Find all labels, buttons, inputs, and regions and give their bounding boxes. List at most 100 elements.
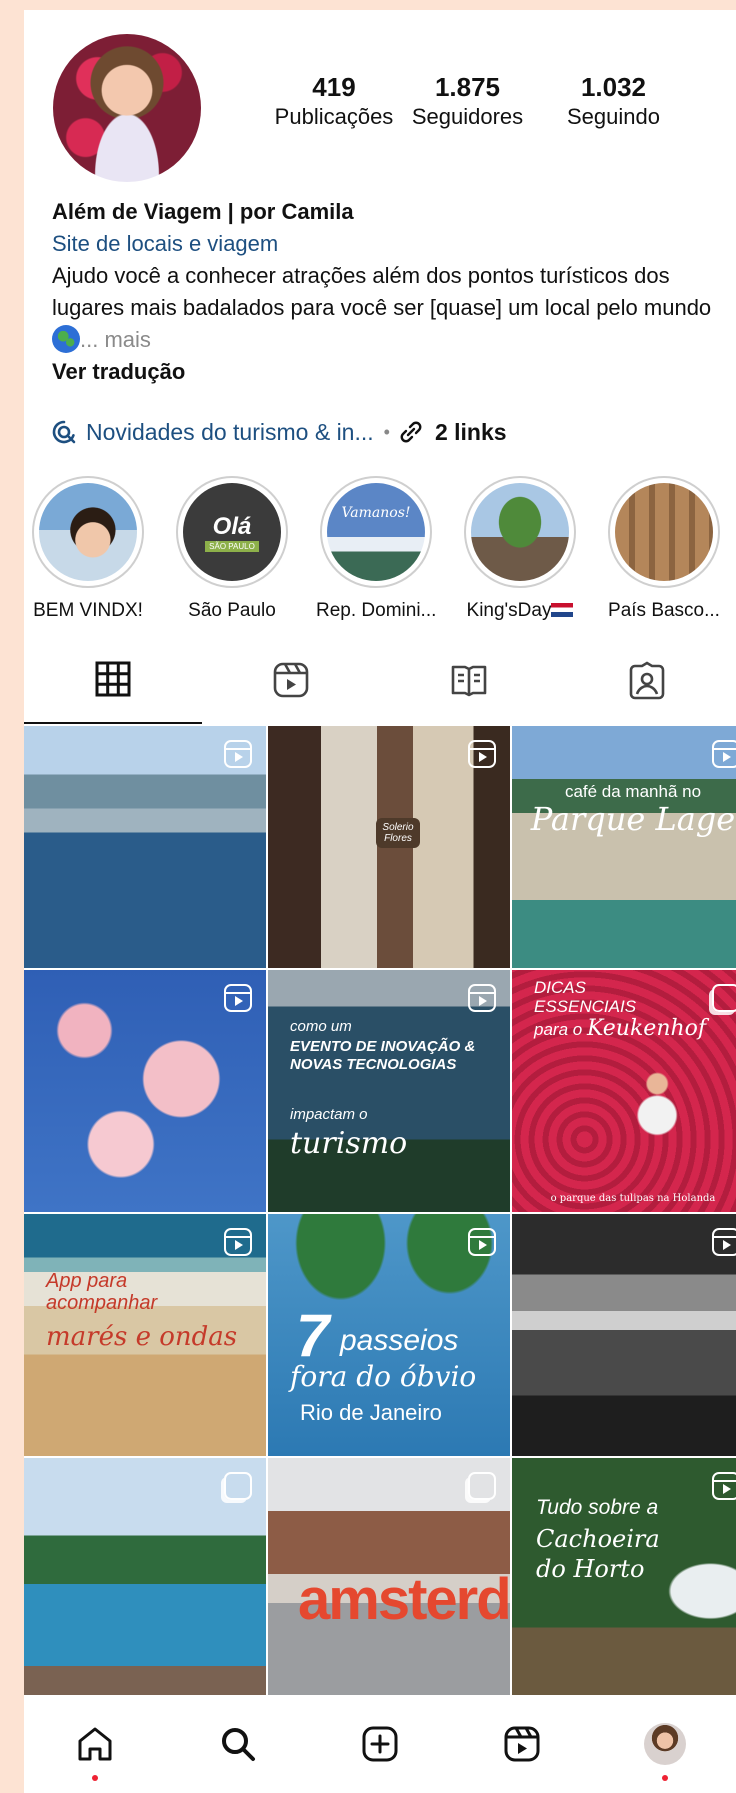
bottom-nav <box>24 1695 736 1793</box>
tab-reels[interactable] <box>202 636 380 724</box>
post-tile[interactable]: café da manhã no Parque Lage <box>512 726 736 968</box>
carousel-icon <box>712 984 736 1012</box>
post-tile[interactable] <box>24 970 266 1212</box>
post-caption-small: impactam o <box>290 1106 368 1123</box>
separator-dot: • <box>383 421 390 442</box>
see-translation-link[interactable]: Ver tradução <box>52 356 736 388</box>
tab-tagged[interactable] <box>558 636 736 724</box>
profile-category[interactable]: Site de locais e viagem <box>52 228 736 260</box>
post-tile[interactable]: como um EVENTO DE INOVAÇÃO & NOVAS TECNO… <box>268 970 510 1212</box>
highlight-bem-vindx[interactable]: BEM VINDX! <box>28 476 148 622</box>
post-caption-small: como um <box>290 1018 352 1035</box>
create-icon <box>362 1726 398 1762</box>
nav-reels[interactable] <box>451 1695 593 1793</box>
post-tile[interactable]: Tudo sobre a Cachoeira do Horto <box>512 1458 736 1700</box>
carousel-icon <box>468 1472 496 1500</box>
shop-sign: Solerio Flores <box>376 818 420 848</box>
highlight-pais-basco[interactable]: País Basco... <box>604 476 724 622</box>
reel-icon <box>712 740 736 768</box>
highlight-cover: Vamanos! <box>327 483 425 581</box>
highlight-label: Rep. Domini... <box>316 600 437 621</box>
post-tile[interactable]: amsterd <box>268 1458 510 1700</box>
highlight-ring <box>608 476 720 588</box>
amsterdam-sign: amsterd <box>298 1567 510 1632</box>
stat-following[interactable]: 1.032 Seguindo <box>541 72 686 132</box>
profile-tabs <box>24 636 736 724</box>
post-caption-title: marés e ondas <box>46 1322 238 1352</box>
highlight-label: BEM VINDX! <box>33 600 143 621</box>
posts-grid: Solerio Flores café da manhã no Parque L… <box>24 726 736 1700</box>
post-caption-small: Rio de Janeiro <box>300 1400 442 1425</box>
globe-icon <box>52 325 80 353</box>
threads-link[interactable]: Novidades do turismo & in... <box>50 418 374 446</box>
post-tile[interactable]: 7 passeios fora do óbvio Rio de Janeiro <box>268 1214 510 1456</box>
profile-stats: 419 Publicações 1.875 Seguidores 1.032 S… <box>274 72 686 132</box>
post-caption-title: passeios <box>340 1324 459 1357</box>
profile-bio: Além de Viagem | por Camila Site de loca… <box>52 196 736 388</box>
highlight-cover <box>615 483 713 581</box>
stat-followers[interactable]: 1.875 Seguidores <box>394 72 541 132</box>
post-caption-small: App para acompanhar <box>46 1270 158 1314</box>
stat-following-label: Seguindo <box>567 104 660 129</box>
highlight-rep-dominicana[interactable]: Vamanos! Rep. Domini... <box>316 476 436 622</box>
links-count[interactable]: 2 links <box>435 419 507 446</box>
reel-icon <box>712 1472 736 1500</box>
post-tile[interactable]: Solerio Flores <box>268 726 510 968</box>
nav-search[interactable] <box>166 1695 308 1793</box>
home-icon <box>78 1727 112 1761</box>
post-tile[interactable]: App para acompanhar marés e ondas <box>24 1214 266 1456</box>
stat-posts-label: Publicações <box>274 104 394 129</box>
link-icon <box>400 421 422 443</box>
post-caption-bold: DICAS ESSENCIAIS <box>534 978 637 1016</box>
highlight-label-text: King'sDay <box>466 600 552 621</box>
post-tile[interactable] <box>24 1458 266 1700</box>
post-caption-small: Tudo sobre a <box>536 1496 659 1519</box>
nav-create[interactable] <box>309 1695 451 1793</box>
notification-dot <box>661 1775 668 1781</box>
reel-icon <box>224 984 252 1012</box>
profile-name: Além de Viagem | por Camila <box>52 199 354 224</box>
reels-icon <box>273 662 309 698</box>
reel-icon <box>468 740 496 768</box>
highlight-cover-subtext: SÃO PAULO <box>205 540 259 552</box>
highlight-ring: Vamanos! <box>320 476 432 588</box>
search-icon <box>221 1728 255 1761</box>
highlight-cover <box>471 483 569 581</box>
profile-avatar-small <box>643 1723 686 1765</box>
highlight-label: King'sDay <box>460 600 580 622</box>
post-caption-title: Parque Lage <box>530 800 736 838</box>
profile-page: 419 Publicações 1.875 Seguidores 1.032 S… <box>24 10 736 1793</box>
post-caption-subtitle: fora do óbvio <box>290 1360 477 1393</box>
stat-posts-value: 419 <box>312 72 356 102</box>
profile-avatar[interactable] <box>53 34 201 182</box>
highlight-ring <box>32 476 144 588</box>
reels-icon <box>504 1726 540 1762</box>
reel-icon <box>224 1228 252 1256</box>
tab-guides[interactable] <box>380 636 558 724</box>
tab-grid[interactable] <box>24 636 202 724</box>
nav-home[interactable] <box>24 1695 166 1793</box>
post-tile[interactable]: DICAS ESSENCIAIS para o Keukenhof o parq… <box>512 970 736 1212</box>
bio-more-link[interactable]: ... mais <box>80 327 151 352</box>
post-caption-small: para o Keukenhof <box>534 1016 706 1041</box>
post-caption-title: Keukenhof <box>586 1016 707 1041</box>
nav-profile[interactable] <box>594 1695 736 1793</box>
guides-icon <box>451 665 487 697</box>
highlight-cover-text: Vamanos! <box>341 505 411 521</box>
highlight-ring: Olá SÃO PAULO <box>176 476 288 588</box>
post-caption-prefix: para o <box>534 1020 583 1039</box>
reel-icon <box>224 740 252 768</box>
highlight-kings-day[interactable]: King'sDay <box>460 476 580 622</box>
highlight-cover-text: Olá <box>212 512 252 540</box>
notification-dot <box>92 1775 99 1781</box>
stat-posts[interactable]: 419 Publicações <box>274 72 394 132</box>
reel-icon <box>712 1228 736 1256</box>
post-caption-bold: EVENTO DE INOVAÇÃO & NOVAS TECNOLOGIAS <box>290 1038 476 1073</box>
bio-text: Ajudo você a conhecer atrações além dos … <box>52 263 712 320</box>
threads-label: Novidades do turismo & in... <box>86 418 374 445</box>
post-tile[interactable] <box>24 726 266 968</box>
reel-icon <box>468 1228 496 1256</box>
post-tile[interactable] <box>512 1214 736 1456</box>
highlight-sao-paulo[interactable]: Olá SÃO PAULO São Paulo <box>172 476 292 622</box>
stat-followers-label: Seguidores <box>411 104 524 129</box>
